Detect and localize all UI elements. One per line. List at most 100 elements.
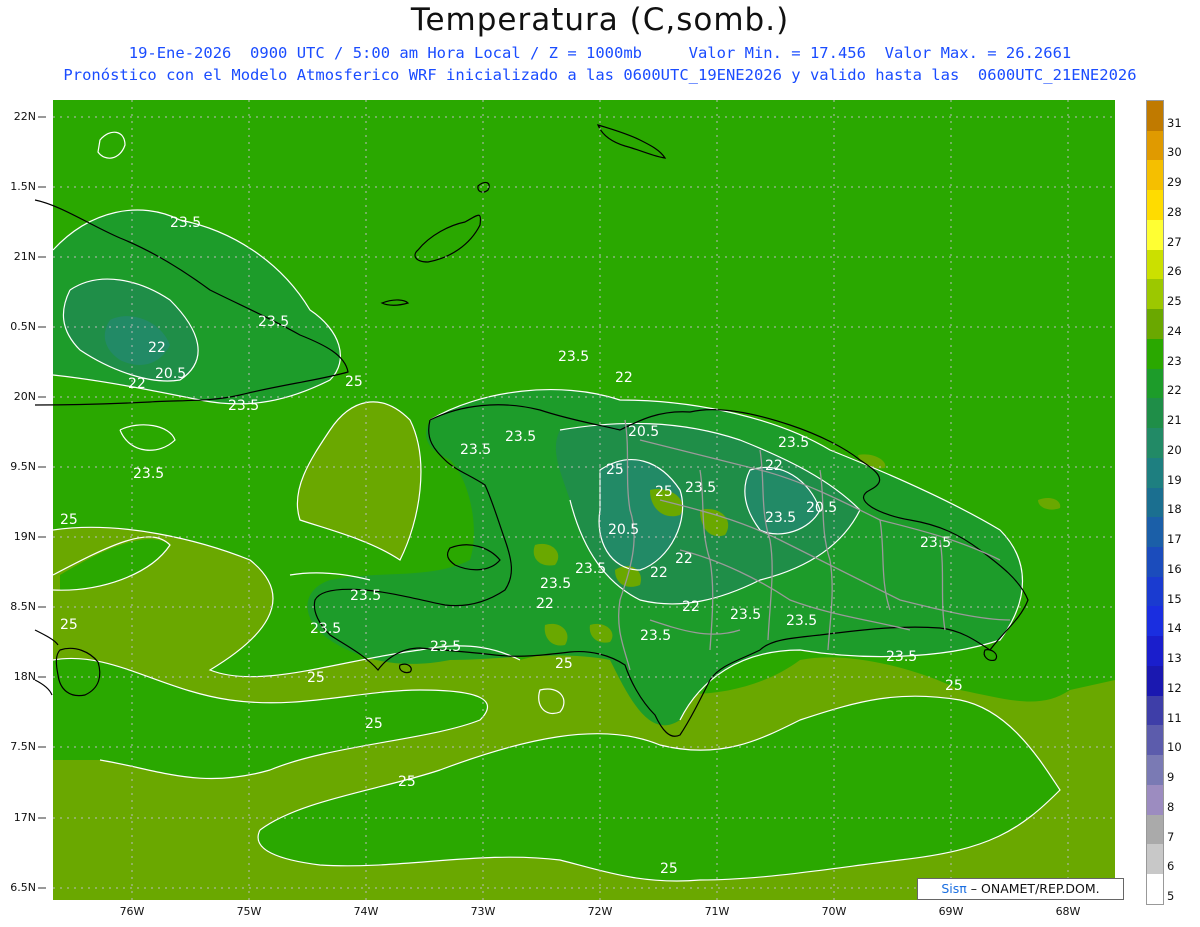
contour-label: 20.5 [628, 424, 659, 440]
colorbar-swatch [1147, 636, 1163, 666]
lon-label: 71W [704, 905, 730, 918]
colorbar-label: 7 [1167, 829, 1175, 844]
colorbar-label: 21 [1167, 413, 1182, 428]
colorbar-label: 23 [1167, 353, 1182, 368]
colorbar-swatch [1147, 428, 1163, 458]
contour-label: 23.5 [765, 510, 796, 526]
contour-label: 23.5 [685, 480, 716, 496]
contour-label: 22 [128, 376, 146, 392]
lon-label: 70W [821, 905, 847, 918]
colorbar-swatch [1147, 755, 1163, 785]
colorbar-label: 11 [1167, 710, 1182, 725]
colorbar-swatch [1147, 576, 1163, 607]
credit-brand: Sisπ [941, 881, 967, 896]
colorbar-label: 27 [1167, 234, 1182, 249]
lat-label: 1.5N [10, 180, 36, 193]
lon-label: 68W [1055, 905, 1081, 918]
lat-label: 19N [13, 530, 36, 543]
colorbar-swatch [1147, 101, 1163, 131]
contour-label: 22 [615, 370, 633, 386]
colorbar-label: 30 [1167, 145, 1182, 160]
contour-label: 22 [675, 551, 693, 567]
contour-label: 22 [650, 565, 668, 581]
colorbar-label: 13 [1167, 651, 1182, 666]
colorbar-label: 6 [1167, 859, 1175, 874]
colorbar-swatch [1147, 309, 1163, 339]
colorbar-swatch [1147, 457, 1163, 488]
axis-ticks [38, 116, 46, 889]
lon-label: 75W [236, 905, 262, 918]
contour-label: 23.5 [886, 649, 917, 665]
colorbar-label: 12 [1167, 680, 1182, 695]
colorbar-label: 19 [1167, 472, 1182, 487]
temperature-map: 23.5 23.5 22 22 20.5 23.5 25 23.5 25 23.5 22 23.5 23… [34, 100, 1115, 900]
colorbar-label: 26 [1167, 264, 1182, 279]
contour-label: 23.5 [460, 442, 491, 458]
contour-label: 23.5 [350, 588, 381, 604]
lat-label: 6.5N [10, 881, 36, 894]
contour-label: 23.5 [920, 535, 951, 551]
colorbar-swatch [1147, 784, 1163, 815]
lon-label: 73W [470, 905, 496, 918]
contour-label: 23.5 [258, 314, 289, 330]
colorbar-swatch [1147, 130, 1163, 161]
lon-label: 69W [938, 905, 964, 918]
colorbar-swatch [1147, 398, 1163, 429]
contour-label: 23.5 [133, 466, 164, 482]
colorbar-swatch [1147, 279, 1163, 310]
contour-label: 20.5 [608, 522, 639, 538]
colorbar-label: 16 [1167, 561, 1182, 576]
colorbar-swatch [1147, 160, 1163, 191]
contour-label: 25 [60, 617, 78, 633]
colorbar-label: 24 [1167, 323, 1182, 338]
colorbar-swatch [1147, 844, 1163, 875]
contour-label: 23.5 [640, 628, 671, 644]
lon-label: 74W [353, 905, 379, 918]
colorbar-swatch [1147, 368, 1163, 399]
colorbar-label: 10 [1167, 740, 1182, 755]
colorbar-swatch [1147, 249, 1163, 280]
contour-label: 23.5 [430, 639, 461, 655]
colorbar-label: 9 [1167, 770, 1175, 785]
colorbar [1146, 100, 1164, 905]
colorbar-swatch [1147, 338, 1163, 369]
colorbar-label: 8 [1167, 799, 1175, 814]
colorbar-swatch [1147, 606, 1163, 637]
contour-label: 23.5 [778, 435, 809, 451]
contour-label: 23.5 [786, 613, 817, 629]
lat-label: 17N [13, 811, 36, 824]
colorbar-swatch [1147, 190, 1163, 220]
contour-label: 22 [148, 340, 166, 356]
contour-label: 20.5 [155, 366, 186, 382]
contour-label: 22 [536, 596, 554, 612]
colorbar-label: 20 [1167, 442, 1182, 457]
colorbar-label: 22 [1167, 383, 1182, 398]
lat-label: 22N [13, 110, 36, 123]
colorbar-label: 5 [1167, 889, 1175, 903]
colorbar-swatch [1147, 814, 1163, 845]
contour-label: 20.5 [806, 500, 837, 516]
contour-label: 25 [60, 512, 78, 528]
colorbar-label: 28 [1167, 204, 1182, 219]
contour-label: 25 [606, 462, 624, 478]
lon-label: 72W [587, 905, 613, 918]
lat-label: 21N [13, 250, 36, 263]
contour-label: 22 [682, 599, 700, 615]
credit-box: Sisπ – ONAMET/REP.DOM. [917, 878, 1124, 900]
lat-label: 20N [13, 390, 36, 403]
colorbar-label: 31 [1167, 115, 1182, 130]
contour-label: 23.5 [730, 607, 761, 623]
colorbar-swatch [1147, 695, 1163, 726]
colorbar-label: 29 [1167, 175, 1182, 190]
colorbar-swatch [1147, 725, 1163, 756]
colorbar-swatch [1147, 665, 1163, 696]
contour-label: 23.5 [228, 398, 259, 414]
colorbar-label: 14 [1167, 621, 1182, 636]
colorbar-swatch [1147, 517, 1163, 548]
lon-label: 76W [119, 905, 145, 918]
contour-label: 25 [655, 484, 673, 500]
credit-text: – ONAMET/REP.DOM. [970, 881, 1100, 896]
colorbar-swatch [1147, 547, 1163, 577]
colorbar-swatch [1147, 874, 1163, 904]
contour-label: 25 [398, 774, 416, 790]
